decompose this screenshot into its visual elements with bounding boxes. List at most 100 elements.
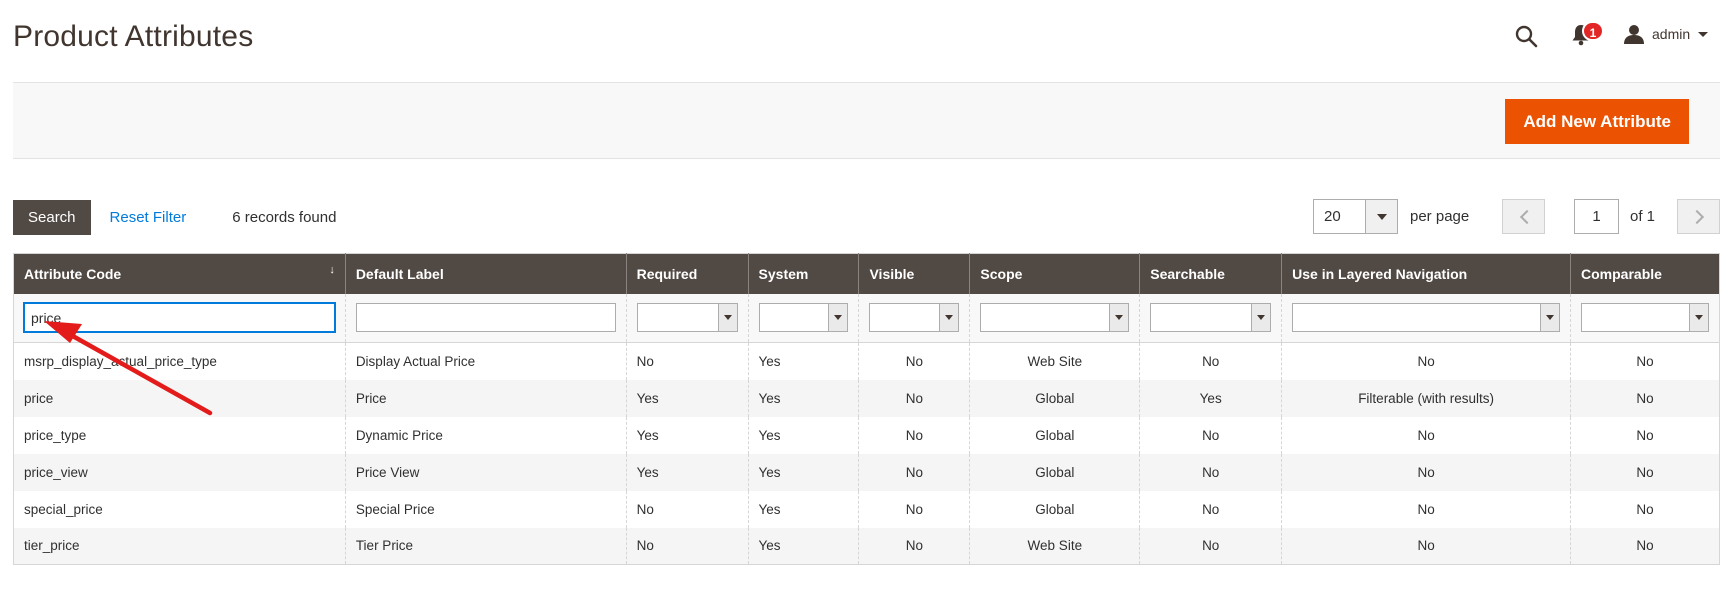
attributes-grid: Attribute Code ↓ Default Label Required S…: [13, 253, 1720, 565]
layered-navigation-filter-select[interactable]: [1292, 303, 1561, 333]
cell-system: Yes: [748, 490, 860, 528]
column-header-comparable[interactable]: Comparable: [1570, 253, 1720, 294]
visible-filter-select[interactable]: [869, 303, 960, 333]
cell-code: price: [13, 379, 346, 417]
chevron-down-icon: [717, 304, 737, 332]
chevron-down-icon: [1689, 304, 1708, 332]
page-number-input[interactable]: 1: [1574, 199, 1619, 234]
previous-page-button[interactable]: [1502, 199, 1545, 234]
chevron-down-icon: [1540, 304, 1560, 332]
cell-comparable: No: [1570, 416, 1720, 454]
cell-scope: Global: [969, 416, 1141, 454]
cell-code: special_price: [13, 490, 346, 528]
cell-label: Price: [345, 379, 627, 417]
cell-visible: No: [858, 416, 971, 454]
cell-label: Special Price: [345, 490, 627, 528]
table-row[interactable]: price Price Yes Yes No Global Yes Filterable (w…: [13, 379, 1720, 417]
cell-layered: No: [1281, 416, 1572, 454]
cell-system: Yes: [748, 527, 860, 565]
table-row[interactable]: price_view Price View Yes Yes No Global No No No: [13, 453, 1720, 491]
next-page-button[interactable]: [1677, 199, 1720, 234]
user-icon: [1624, 25, 1644, 44]
column-header-scope[interactable]: Scope: [969, 253, 1141, 294]
cell-required: No: [626, 490, 749, 528]
system-filter-select[interactable]: [758, 303, 849, 333]
search-button[interactable]: Search: [13, 199, 91, 235]
table-row[interactable]: tier_price Tier Price No Yes No Web Site No No N…: [13, 527, 1720, 565]
cell-code: msrp_display_actual_price_type: [13, 342, 346, 380]
page-title: Product Attributes: [13, 20, 254, 53]
cell-comparable: No: [1570, 379, 1720, 417]
cell-searchable: No: [1139, 490, 1283, 528]
cell-system: Yes: [748, 453, 860, 491]
add-new-attribute-button[interactable]: Add New Attribute: [1505, 99, 1689, 144]
cell-layered: No: [1281, 527, 1572, 565]
column-header-layered-navigation[interactable]: Use in Layered Navigation: [1281, 253, 1572, 294]
cell-label: Dynamic Price: [345, 416, 627, 454]
cell-code: price_view: [13, 453, 346, 491]
column-header-attribute-code[interactable]: Attribute Code ↓: [13, 253, 346, 294]
cell-code: price_type: [13, 416, 346, 454]
cell-required: Yes: [626, 453, 749, 491]
notification-badge[interactable]: 1: [1582, 21, 1604, 41]
cell-required: Yes: [626, 416, 749, 454]
page-actions-bar: Add New Attribute: [13, 82, 1720, 159]
per-page-label: per page: [1410, 208, 1470, 225]
cell-required: No: [626, 342, 749, 380]
cell-layered: No: [1281, 453, 1572, 491]
per-page-select[interactable]: 20: [1313, 199, 1398, 234]
table-header-row: Attribute Code ↓ Default Label Required S…: [13, 253, 1720, 294]
cell-label: Tier Price: [345, 527, 627, 565]
reset-filter-link[interactable]: Reset Filter: [110, 209, 187, 226]
cell-visible: No: [858, 379, 971, 417]
chevron-down-icon: [939, 304, 959, 332]
cell-comparable: No: [1570, 342, 1720, 380]
cell-visible: No: [858, 453, 971, 491]
cell-layered: No: [1281, 342, 1572, 380]
cell-code: tier_price: [13, 527, 346, 565]
chevron-left-icon: [1519, 209, 1535, 225]
column-header-required[interactable]: Required: [626, 253, 749, 294]
cell-required: No: [626, 527, 749, 565]
column-header-searchable[interactable]: Searchable: [1139, 253, 1283, 294]
filter-row: [13, 293, 1720, 343]
grid-actions: Search Reset Filter 6 records found: [13, 199, 336, 235]
sort-arrow-icon: ↓: [329, 264, 335, 276]
chevron-down-icon[interactable]: [1365, 200, 1397, 233]
column-header-visible[interactable]: Visible: [858, 253, 971, 294]
default-label-filter-input[interactable]: [355, 303, 616, 333]
comparable-filter-select[interactable]: [1581, 303, 1709, 333]
cell-system: Yes: [748, 342, 860, 380]
search-icon[interactable]: [1514, 24, 1538, 48]
cell-comparable: No: [1570, 490, 1720, 528]
cell-comparable: No: [1570, 453, 1720, 491]
cell-searchable: No: [1139, 342, 1283, 380]
cell-scope: Global: [969, 453, 1141, 491]
cell-visible: No: [858, 527, 971, 565]
chevron-down-icon: [1109, 304, 1129, 332]
per-page-value: 20: [1324, 208, 1341, 225]
table-row[interactable]: msrp_display_actual_price_type Display Ac…: [13, 342, 1720, 380]
cell-layered: No: [1281, 490, 1572, 528]
cell-scope: Web Site: [969, 527, 1141, 565]
cell-label: Price View: [345, 453, 627, 491]
column-header-default-label[interactable]: Default Label: [345, 253, 627, 294]
user-name: admin: [1652, 26, 1691, 42]
page-total: of 1: [1630, 208, 1656, 225]
table-row[interactable]: price_type Dynamic Price Yes Yes No Global No N…: [13, 416, 1720, 454]
chevron-down-icon: [1698, 31, 1709, 37]
cell-visible: No: [858, 490, 971, 528]
table-row[interactable]: special_price Special Price No Yes No Global N…: [13, 490, 1720, 528]
scope-filter-select[interactable]: [980, 303, 1130, 333]
cell-searchable: No: [1139, 453, 1283, 491]
required-filter-select[interactable]: [636, 303, 738, 333]
user-menu[interactable]: admin: [1624, 22, 1709, 46]
cell-visible: No: [858, 342, 971, 380]
cell-searchable: No: [1139, 527, 1283, 565]
cell-searchable: No: [1139, 416, 1283, 454]
column-header-system[interactable]: System: [748, 253, 860, 294]
searchable-filter-select[interactable]: [1150, 303, 1272, 333]
cell-system: Yes: [748, 379, 860, 417]
cell-required: Yes: [626, 379, 749, 417]
attribute-code-filter-input[interactable]: [24, 303, 335, 333]
